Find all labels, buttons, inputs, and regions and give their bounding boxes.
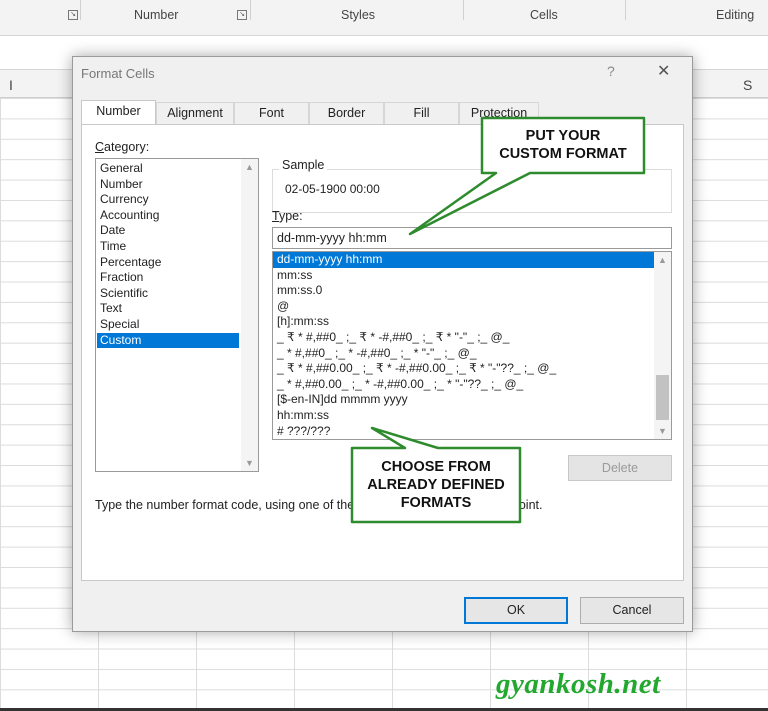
scroll-down-icon[interactable]: ▼ <box>241 455 258 471</box>
tab-border[interactable]: Border <box>309 102 384 124</box>
format-item[interactable]: [h]:mm:ss <box>273 314 654 330</box>
category-item-text[interactable]: Text <box>97 301 239 317</box>
scroll-thumb[interactable] <box>656 375 669 420</box>
category-item-number[interactable]: Number <box>97 177 239 193</box>
column-header-i[interactable]: I <box>9 77 13 93</box>
category-item-currency[interactable]: Currency <box>97 192 239 208</box>
callout-line: PUT YOUR <box>525 128 601 144</box>
type-label: Type: <box>272 209 303 223</box>
category-item-date[interactable]: Date <box>97 223 239 239</box>
tab-number[interactable]: Number <box>81 100 156 124</box>
category-item-accounting[interactable]: Accounting <box>97 208 239 224</box>
callout-line: ALREADY DEFINED <box>367 477 505 493</box>
tab-alignment[interactable]: Alignment <box>156 102 234 124</box>
ribbon-group-editing: Editing <box>716 8 755 22</box>
column-header-s[interactable]: S <box>743 77 752 93</box>
dialog-launcher-icon[interactable]: ↘ <box>68 10 78 20</box>
watermark: gyankosh.net <box>496 668 661 700</box>
category-list[interactable]: General Number Currency Accounting Date … <box>95 158 259 472</box>
callout-line: CHOOSE FROM <box>381 459 491 475</box>
scroll-up-icon[interactable]: ▲ <box>241 159 258 175</box>
category-item-fraction[interactable]: Fraction <box>97 270 239 286</box>
dialog-launcher-icon[interactable]: ↘ <box>237 10 247 20</box>
format-item[interactable]: mm:ss <box>273 268 654 284</box>
sample-label: Sample <box>279 158 328 172</box>
format-item[interactable]: @ <box>273 299 654 315</box>
format-item[interactable]: hh:mm:ss <box>273 408 654 424</box>
category-label: Category: <box>95 140 150 154</box>
cancel-button[interactable]: Cancel <box>580 597 684 624</box>
ribbon-separator <box>250 0 251 20</box>
format-item[interactable]: mm:ss.0 <box>273 283 654 299</box>
callout-line: CUSTOM FORMAT <box>499 146 627 162</box>
close-icon[interactable]: ✕ <box>657 61 670 81</box>
ribbon-group-number: Number <box>134 8 179 22</box>
ribbon-separator <box>625 0 626 20</box>
category-item-scientific[interactable]: Scientific <box>97 286 239 302</box>
tab-font[interactable]: Font <box>234 102 309 124</box>
format-list-scrollbar[interactable]: ▲ ▼ <box>654 252 671 439</box>
format-item[interactable]: _ ₹ * #,##0.00_ ;_ ₹ * -#,##0.00_ ;_ ₹ *… <box>273 361 654 377</box>
callout-top-text: PUT YOUR CUSTOM FORMAT <box>482 127 644 163</box>
category-item-general[interactable]: General <box>97 161 239 177</box>
category-item-special[interactable]: Special <box>97 317 239 333</box>
dialog-title: Format Cells <box>81 66 155 81</box>
scroll-up-icon[interactable]: ▲ <box>654 252 671 268</box>
ribbon-separator <box>463 0 464 20</box>
tab-fill[interactable]: Fill <box>384 102 459 124</box>
format-item[interactable]: [$-en-IN]dd mmmm yyyy <box>273 392 654 408</box>
scroll-down-icon[interactable]: ▼ <box>654 423 671 439</box>
format-item[interactable]: dd-mm-yyyy hh:mm <box>273 252 654 268</box>
format-item[interactable]: _ * #,##0_ ;_ * -#,##0_ ;_ * "-"_ ;_ @_ <box>273 346 654 362</box>
ribbon: Number ↘ ↘ Styles Cells Editing <box>0 0 768 36</box>
format-list[interactable]: dd-mm-yyyy hh:mm mm:ss mm:ss.0 @ [h]:mm:… <box>272 251 672 440</box>
callout-bottom-text: CHOOSE FROM ALREADY DEFINED FORMATS <box>352 458 520 512</box>
tab-protection[interactable]: Protection <box>459 102 539 124</box>
category-item-custom[interactable]: Custom <box>97 332 239 349</box>
ribbon-group-cells: Cells <box>530 8 558 22</box>
help-icon[interactable]: ? <box>607 63 615 79</box>
number-tab-panel: Category: General Number Currency Accoun… <box>81 124 684 581</box>
type-input[interactable]: dd-mm-yyyy hh:mm <box>272 227 672 249</box>
format-item[interactable]: # ???/??? <box>273 424 654 439</box>
sample-value: 02-05-1900 00:00 <box>285 182 380 196</box>
ok-button[interactable]: OK <box>464 597 568 624</box>
ribbon-separator <box>80 0 81 20</box>
category-item-time[interactable]: Time <box>97 239 239 255</box>
category-scrollbar[interactable]: ▲ ▼ <box>241 159 258 471</box>
callout-line: FORMATS <box>400 495 472 511</box>
format-item[interactable]: _ * #,##0.00_ ;_ * -#,##0.00_ ;_ * "-"??… <box>273 377 654 393</box>
format-item[interactable]: _ ₹ * #,##0_ ;_ ₹ * -#,##0_ ;_ ₹ * "-"_ … <box>273 330 654 346</box>
category-item-percentage[interactable]: Percentage <box>97 255 239 271</box>
ribbon-group-styles: Styles <box>341 8 376 22</box>
delete-button[interactable]: Delete <box>568 455 672 481</box>
